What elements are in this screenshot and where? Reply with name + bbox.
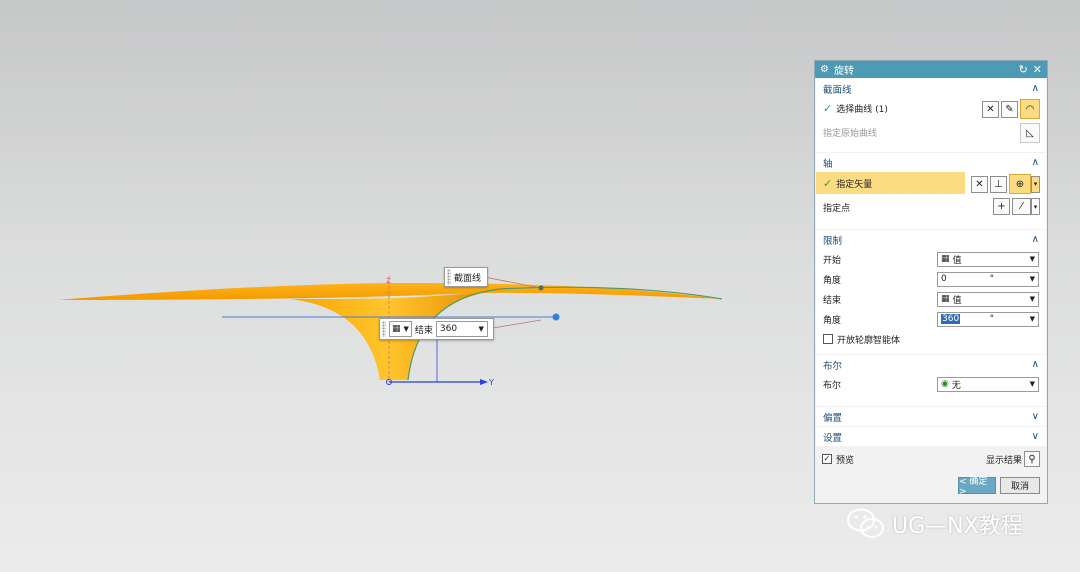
gear-icon[interactable]: ⚙ <box>820 64 829 75</box>
section-curve-header[interactable]: 截面线 ∧ <box>816 79 1046 98</box>
deselect-icon[interactable]: ✕ <box>982 100 999 118</box>
drag-grip[interactable] <box>447 269 451 285</box>
section-callout-label: 截面线 <box>454 273 482 284</box>
boolean-group: 布尔 ∧ 布尔 ◉ 无 ▼ <box>816 355 1046 406</box>
offset-group: 偏置 ∨ <box>816 407 1046 426</box>
boolean-select[interactable]: ◉ 无 ▼ <box>937 376 1039 392</box>
wechat-icon <box>847 508 884 538</box>
boolean-none-icon: ◉ <box>941 379 949 389</box>
chevron-down-icon[interactable]: ∨ <box>1032 411 1039 422</box>
axis-group: 轴 ∧ ✓ 指定矢量 ✕ ⊥ ⊕ ▾ 指定点 + ⁄ ▾ <box>816 153 1046 229</box>
value-icon: ▦ <box>392 324 401 334</box>
cancel-button[interactable]: 取消 <box>1000 477 1040 494</box>
graphics-viewport[interactable]: Y Z 截面线 ▦ ▼ 结束 360 ▼ <box>0 0 812 572</box>
chevron-down-icon[interactable]: ▾ <box>1031 198 1040 215</box>
start-type-select[interactable]: ▦ 值 ▼ <box>937 251 1039 267</box>
chevron-up-icon[interactable]: ∧ <box>1032 359 1039 370</box>
show-result-label: 显示结果 <box>985 455 1022 466</box>
specify-vector-row[interactable]: ✓ 指定矢量 ✕ ⊥ ⊕ ▾ <box>816 172 1046 194</box>
chevron-up-icon[interactable]: ∧ <box>1032 83 1039 94</box>
chevron-down-icon: ▼ <box>1029 275 1035 283</box>
dialog-buttons: < 确定 > 取消 <box>815 469 1047 497</box>
open-profile-row[interactable]: 开放轮廓智能体 <box>816 329 1046 349</box>
ok-button[interactable]: < 确定 > <box>958 477 996 497</box>
point-dialog-icon[interactable]: + <box>993 198 1010 215</box>
offset-header[interactable]: 偏置 ∨ <box>816 407 1046 426</box>
settings-group: 设置 ∨ <box>816 427 1046 446</box>
show-result-magnifier-icon[interactable]: ⚲ <box>1024 451 1040 467</box>
preview-row: ✓ 预览 显示结果 ⚲ <box>815 449 1047 469</box>
end-label: 结束 <box>414 325 433 336</box>
chevron-down-icon: ▼ <box>1029 295 1035 303</box>
select-curve-row[interactable]: ✓ 选择曲线 (1) ✕ ✎ ◠ <box>816 98 1046 119</box>
chevron-up-icon[interactable]: ∧ <box>1032 157 1039 168</box>
end-limit-callout[interactable]: ▦ ▼ 结束 360 ▼ <box>379 318 494 340</box>
y-axis-label: Y <box>488 378 494 387</box>
chevron-down-icon[interactable]: ▾ <box>1031 175 1040 193</box>
surface-brim <box>58 283 722 300</box>
limits-header[interactable]: 限制 ∧ <box>816 230 1046 249</box>
dialog-titlebar[interactable]: ⚙ 旋转 ↻ ✕ <box>815 61 1047 78</box>
end-angle-input[interactable]: 360 ▼ <box>435 321 488 337</box>
checkmark-icon: ✓ <box>823 176 833 190</box>
chevron-down-icon: ▼ <box>1029 315 1035 323</box>
boolean-row: 布尔 ◉ 无 ▼ <box>816 374 1046 394</box>
checkmark-icon: ✓ <box>823 101 833 115</box>
chevron-down-icon: ▼ <box>478 325 484 333</box>
limits-group: 限制 ∧ 开始 ▦ 值 ▼ 角度 0 ° ▼ 结束 ▦ 值 ▼ 角度 360 °… <box>816 230 1046 354</box>
end-angle-input[interactable]: 360 ° ▼ <box>937 311 1039 327</box>
start-angle-input[interactable]: 0 ° ▼ <box>937 271 1039 287</box>
settings-header[interactable]: 设置 ∨ <box>816 427 1046 446</box>
section-callout[interactable]: 截面线 <box>444 267 489 287</box>
chevron-down-icon[interactable]: ∨ <box>1032 431 1039 442</box>
point-inference-icon[interactable]: ⁄ <box>1012 198 1031 215</box>
vector-inference-icon[interactable]: ⊕ <box>1009 174 1031 194</box>
vector-dialog-icon[interactable]: ⊥ <box>990 175 1007 193</box>
end-type-select[interactable]: ▦ 值 ▼ <box>937 291 1039 307</box>
dialog-title: 旋转 <box>833 66 854 77</box>
drag-grip[interactable] <box>382 321 386 337</box>
section-curve-group: 截面线 ∧ ✓ 选择曲线 (1) ✕ ✎ ◠ 指定原始曲线 ◺ <box>816 79 1046 152</box>
sketch-icon[interactable]: ✎ <box>1001 100 1018 118</box>
plane-handle <box>552 313 560 321</box>
start-row: 开始 ▦ 值 ▼ <box>816 249 1046 269</box>
chevron-down-icon: ▼ <box>403 325 409 333</box>
watermark-text: UG—NX教程 <box>892 514 1023 539</box>
start-angle-row: 角度 0 ° ▼ <box>816 269 1046 289</box>
boolean-header[interactable]: 布尔 ∧ <box>816 355 1046 374</box>
origin-curve-icon[interactable]: ◺ <box>1020 123 1040 143</box>
reverse-direction-icon[interactable]: ✕ <box>971 175 988 193</box>
revolved-surface-view: Y Z <box>58 276 723 387</box>
axis-header[interactable]: 轴 ∧ <box>816 153 1046 172</box>
watermark: UG—NX教程 <box>846 507 1023 541</box>
specify-origin-curve-row[interactable]: 指定原始曲线 ◺ <box>816 122 1046 143</box>
curve-select-icon[interactable]: ◠ <box>1020 99 1040 119</box>
reset-icon[interactable]: ↻ <box>1019 63 1028 76</box>
z-axis-label: Z <box>386 277 391 285</box>
end-row: 结束 ▦ 值 ▼ <box>816 289 1046 309</box>
revolve-dialog: ⚙ 旋转 ↻ ✕ 截面线 ∧ ✓ 选择曲线 (1) ✕ ✎ ◠ 指定原始曲线 ◺ <box>814 60 1048 504</box>
chevron-down-icon: ▼ <box>1029 255 1035 263</box>
preview-checkbox[interactable]: ✓ <box>822 454 832 464</box>
specify-point-row[interactable]: 指定点 + ⁄ ▾ <box>816 197 1046 217</box>
open-profile-checkbox[interactable] <box>823 334 833 344</box>
end-angle-row: 角度 360 ° ▼ <box>816 309 1046 329</box>
value-icon: ▦ <box>941 294 950 304</box>
limit-type-dropdown[interactable]: ▦ ▼ <box>389 321 412 337</box>
chevron-up-icon[interactable]: ∧ <box>1032 234 1039 245</box>
close-icon[interactable]: ✕ <box>1033 63 1042 76</box>
chevron-down-icon: ▼ <box>1029 380 1035 388</box>
value-icon: ▦ <box>941 254 950 264</box>
